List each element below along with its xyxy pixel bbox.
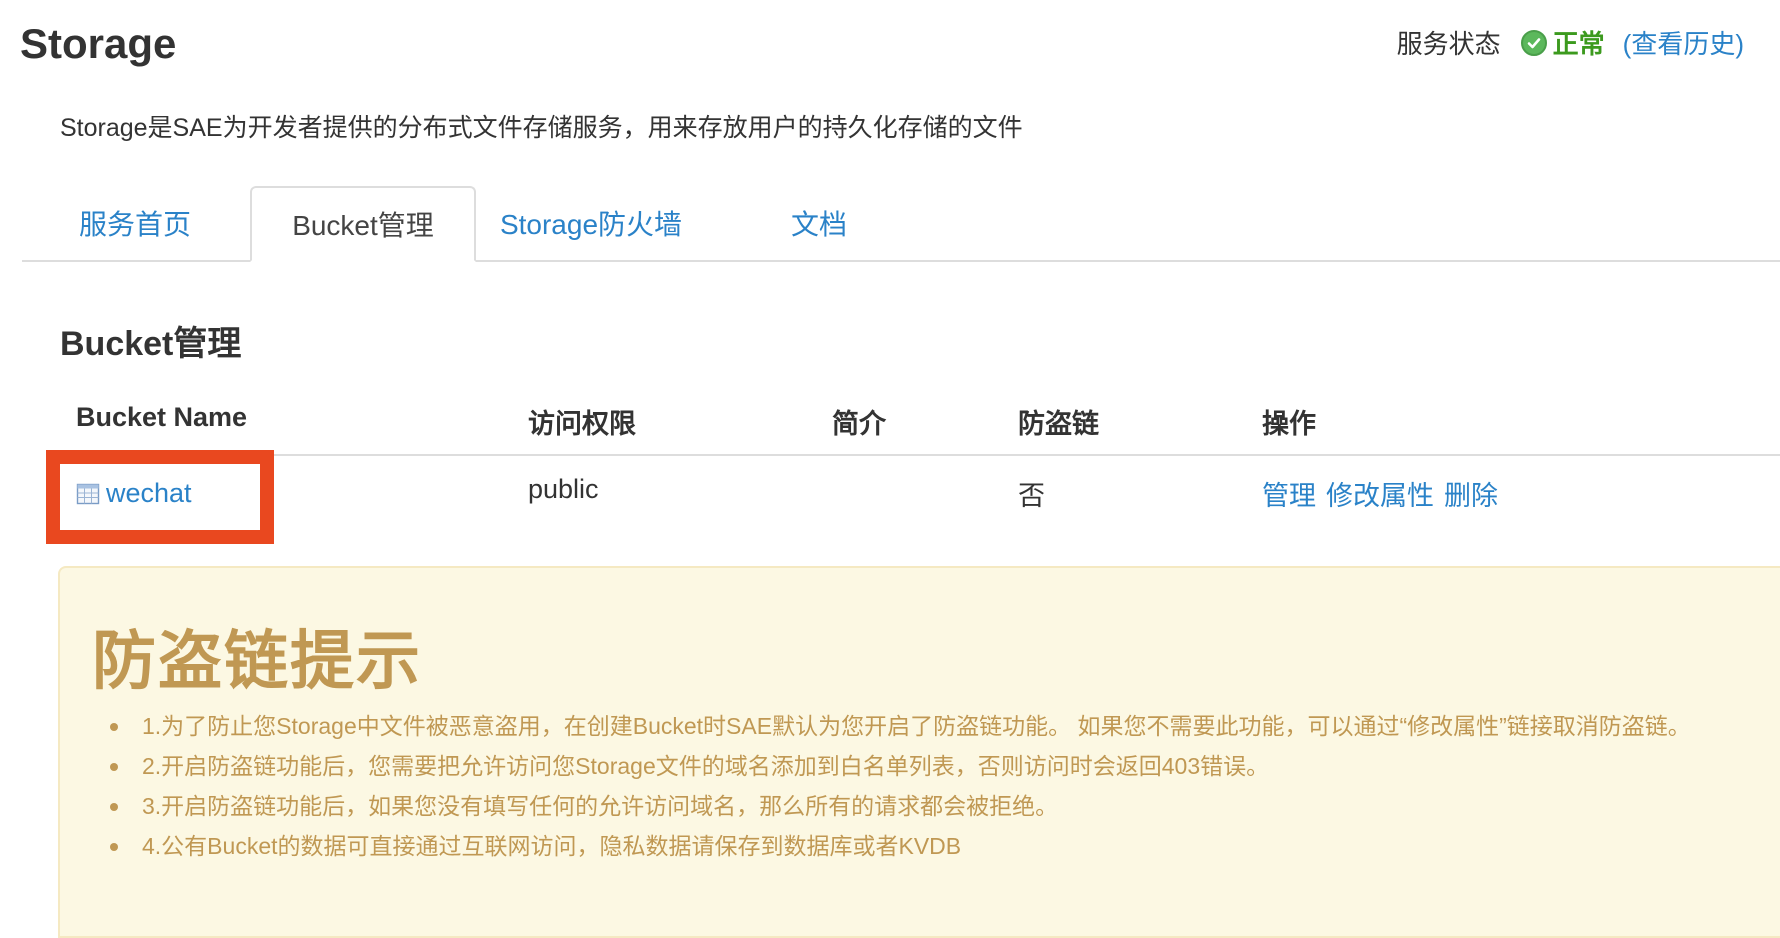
highlight-box: wechat xyxy=(46,450,274,544)
column-header-access: 访问权限 xyxy=(528,409,636,439)
page-title: Storage xyxy=(20,20,177,67)
edit-properties-link[interactable]: 修改属性 xyxy=(1326,474,1434,513)
alert-list: 1.为了防止您Storage中文件被恶意盗用，在创建Bucket时SAE默认为您… xyxy=(110,706,1740,866)
bucket-name-link[interactable]: wechat xyxy=(106,478,192,509)
alert-title: 防盗链提示 xyxy=(92,625,422,697)
column-header-intro: 简介 xyxy=(832,409,886,439)
bucket-name-cell: wechat xyxy=(76,478,192,509)
alert-item: 3.开启防盗链功能后，如果您没有填写任何的允许访问域名，那么所有的请求都会被拒绝… xyxy=(110,786,1740,826)
alert-item: 4.公有Bucket的数据可直接通过互联网访问，隐私数据请保存到数据库或者KVD… xyxy=(110,826,1740,866)
table-icon xyxy=(76,482,100,506)
status-label: 服务状态 xyxy=(1396,29,1501,59)
table-header: Bucket Name 访问权限 简介 防盗链 操作 xyxy=(60,392,1780,456)
hotlink-alert: 防盗链提示 1.为了防止您Storage中文件被恶意盗用，在创建Bucket时S… xyxy=(58,566,1780,938)
status-history-link[interactable]: (查看历史) xyxy=(1623,24,1744,61)
tab-storage-firewall[interactable]: Storage防火墙 xyxy=(478,186,704,260)
bucket-table: Bucket Name 访问权限 简介 防盗链 操作 wechat public… xyxy=(46,392,1780,544)
table-row: wechat public 否 管理 修改属性 删除 xyxy=(46,450,1780,544)
tab-service-home[interactable]: 服务首页 xyxy=(22,186,248,260)
bucket-actions: 管理 修改属性 删除 xyxy=(1262,474,1498,513)
check-circle-icon xyxy=(1520,29,1547,56)
column-header-bucket-name: Bucket Name xyxy=(76,402,248,432)
page-description: Storage是SAE为开发者提供的分布式文件存储服务，用来存放用户的持久化存储… xyxy=(60,114,1023,142)
manage-link[interactable]: 管理 xyxy=(1262,474,1316,513)
bucket-access: public xyxy=(528,474,599,504)
tab-bucket-management[interactable]: Bucket管理 xyxy=(250,186,476,262)
alert-item: 2.开启防盗链功能后，您需要把允许访问您Storage文件的域名添加到白名单列表… xyxy=(110,746,1740,786)
section-title: Bucket管理 xyxy=(60,325,242,363)
tab-docs[interactable]: 文档 xyxy=(706,186,932,260)
column-header-actions: 操作 xyxy=(1262,409,1316,439)
alert-item: 1.为了防止您Storage中文件被恶意盗用，在创建Bucket时SAE默认为您… xyxy=(110,706,1740,746)
service-status: 服务状态 正常 (查看历史) xyxy=(1397,24,1744,61)
column-header-hotlink: 防盗链 xyxy=(1018,409,1099,439)
status-value: 正常 xyxy=(1552,29,1605,59)
tab-bar: 服务首页 Bucket管理 Storage防火墙 文档 xyxy=(22,186,1780,262)
bucket-hotlink: 否 xyxy=(1018,481,1045,511)
delete-link[interactable]: 删除 xyxy=(1444,474,1498,513)
